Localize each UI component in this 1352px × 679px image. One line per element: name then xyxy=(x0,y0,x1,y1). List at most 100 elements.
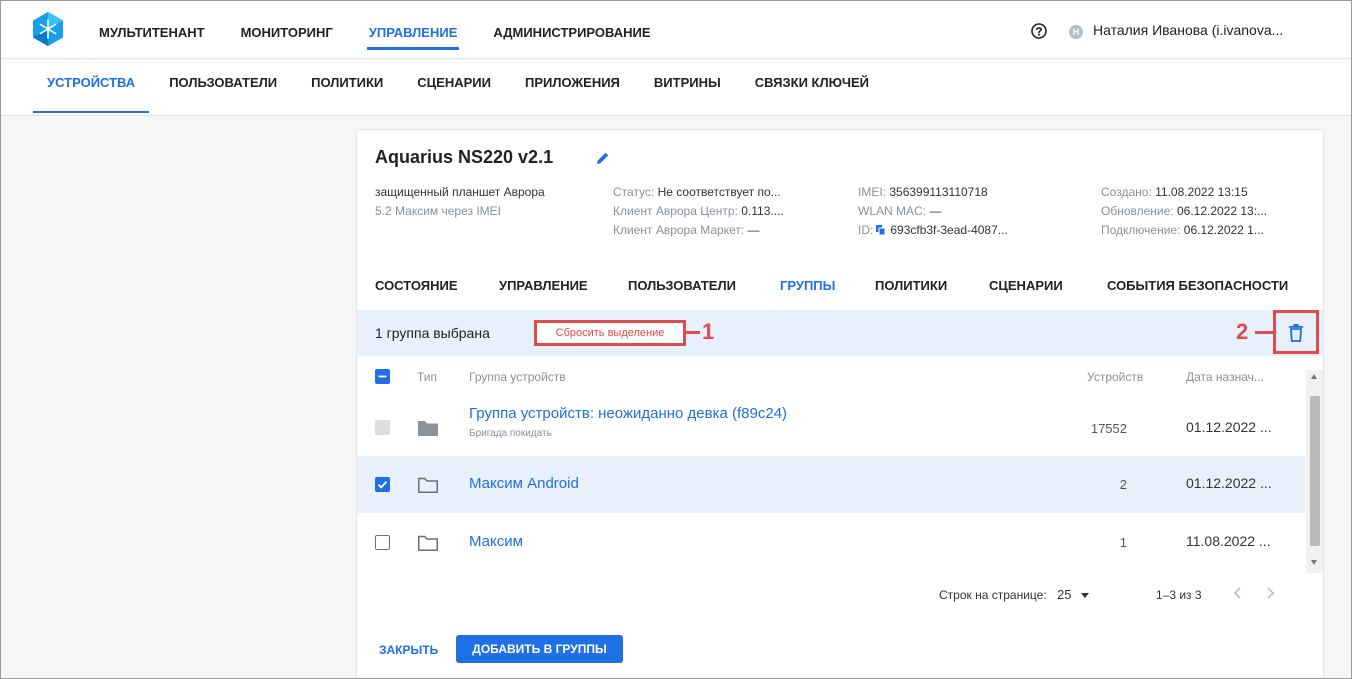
table-row[interactable]: Максим Android 2 01.12.2022 ... xyxy=(357,456,1305,513)
imei-label: IMEI: xyxy=(858,185,887,199)
indeterminate-icon xyxy=(378,375,387,378)
table-pagination: Строк на странице: 25 1–3 из 3 xyxy=(357,573,1323,617)
checkmark-icon xyxy=(377,481,388,489)
subnav-devices[interactable]: УСТРОЙСТВА xyxy=(32,60,150,114)
id-value: 693cfb3f-3ead-4087... xyxy=(890,223,1008,237)
folder-filled-icon xyxy=(418,421,438,436)
folder-icon xyxy=(418,535,438,551)
callout-line-1 xyxy=(686,331,700,334)
nav-monitoring[interactable]: МОНИТОРИНГ xyxy=(241,1,333,59)
tab-management[interactable]: УПРАВЛЕНИЕ xyxy=(499,278,588,293)
client-market-value: — xyxy=(747,223,760,237)
device-ids-info: IMEI: 356399113110718 WLAN MAC: — ID: 693… xyxy=(858,183,1008,240)
selection-bar: 1 группа выбрана Сбросить выделение 1 2 xyxy=(357,310,1323,356)
selection-count: 1 группа выбрана xyxy=(375,325,490,341)
wlan-label: WLAN MAC: xyxy=(858,204,927,218)
folder-icon xyxy=(418,477,438,493)
add-to-groups-button[interactable]: ДОБАВИТЬ В ГРУППЫ xyxy=(456,635,623,663)
group-name-link[interactable]: Максим Android xyxy=(469,475,579,492)
next-page-icon[interactable] xyxy=(1263,586,1277,600)
group-name-link[interactable]: Группа устройств: неожиданно девка (f89c… xyxy=(469,405,787,422)
updated-value: 06.12.2022 13:... xyxy=(1176,204,1268,218)
client-center-value: 0.113.... xyxy=(741,204,784,218)
header-group[interactable]: Группа устройств xyxy=(469,370,566,384)
trash-icon xyxy=(1289,324,1303,342)
nav-administration[interactable]: АДМИНИСТРИРОВАНИЕ xyxy=(493,1,650,59)
created-value: 11.08.2022 13:15 xyxy=(1155,185,1248,199)
section-nav: УСТРОЙСТВА ПОЛЬЗОВАТЕЛИ ПОЛИТИКИ СЦЕНАРИ… xyxy=(1,60,1351,116)
table-scrollbar[interactable] xyxy=(1306,370,1323,573)
updated-label: Обновление: xyxy=(1101,204,1174,218)
connected-value: 06.12.2022 1... xyxy=(1183,223,1264,237)
delete-button[interactable] xyxy=(1273,310,1319,354)
device-dates-info: Создано: 11.08.2022 13:15 Обновление: 06… xyxy=(1101,183,1267,240)
device-description: защищенный планшет Аврора 5.2 Максим чер… xyxy=(375,183,545,221)
row-checkbox[interactable] xyxy=(375,477,390,492)
top-bar: МУЛЬТИТЕНАНТ МОНИТОРИНГ УПРАВЛЕНИЕ АДМИН… xyxy=(1,1,1351,59)
tab-policies[interactable]: ПОЛИТИКИ xyxy=(875,278,947,293)
subnav-users[interactable]: ПОЛЬЗОВАТЕЛИ xyxy=(169,60,277,114)
wlan-value: — xyxy=(929,204,942,218)
device-count: 2 xyxy=(1119,477,1127,492)
tab-state[interactable]: СОСТОЯНИЕ xyxy=(375,278,458,293)
app-logo-icon[interactable] xyxy=(30,11,66,47)
row-checkbox[interactable] xyxy=(375,535,390,550)
header-date[interactable]: Дата назнач... xyxy=(1186,370,1264,384)
device-status-info: Статус: Не соответствует по... Клиент Ав… xyxy=(613,183,784,240)
help-icon[interactable] xyxy=(1031,23,1047,39)
subnav-storefronts[interactable]: ВИТРИНЫ xyxy=(654,60,721,114)
subnav-scenarios[interactable]: СЦЕНАРИИ xyxy=(417,60,491,114)
subnav-applications[interactable]: ПРИЛОЖЕНИЯ xyxy=(525,60,620,114)
subnav-keychains[interactable]: СВЯЗКИ КЛЮЧЕЙ xyxy=(755,60,869,114)
assign-date: 11.08.2022 ... xyxy=(1186,533,1271,549)
device-title: Aquarius NS220 v2.1 xyxy=(375,147,554,167)
main-nav: МУЛЬТИТЕНАНТ МОНИТОРИНГ УПРАВЛЕНИЕ АДМИН… xyxy=(99,1,687,59)
prev-page-icon[interactable] xyxy=(1231,586,1245,600)
row-checkbox xyxy=(375,420,390,435)
status-label: Статус: xyxy=(613,185,655,199)
rows-per-page-label: Строк на странице: xyxy=(939,588,1047,602)
assign-date: 01.12.2022 ... xyxy=(1186,419,1272,435)
edit-icon[interactable] xyxy=(595,150,611,166)
device-card: Aquarius NS220 v2.1 защищенный планшет А… xyxy=(356,129,1324,678)
header-type[interactable]: Тип xyxy=(417,370,437,384)
client-center-label: Клиент Аврора Центр: xyxy=(613,204,738,218)
nav-management[interactable]: УПРАВЛЕНИЕ xyxy=(366,1,459,59)
device-count: 17552 xyxy=(1090,421,1127,436)
page-range: 1–3 из 3 xyxy=(1156,588,1202,602)
callout-marker-1: 1 xyxy=(702,319,715,344)
assign-date: 01.12.2022 ... xyxy=(1186,475,1272,491)
tab-groups[interactable]: ГРУППЫ xyxy=(780,278,835,293)
tab-scenarios[interactable]: СЦЕНАРИИ xyxy=(989,278,1063,293)
app-window: МУЛЬТИТЕНАНТ МОНИТОРИНГ УПРАВЛЕНИЕ АДМИН… xyxy=(0,0,1352,679)
select-all-checkbox[interactable] xyxy=(375,369,390,384)
id-label: ID: xyxy=(858,223,874,237)
nav-multitenant[interactable]: МУЛЬТИТЕНАНТ xyxy=(99,1,205,59)
created-label: Создано: xyxy=(1101,185,1152,199)
table-header: Тип Группа устройств Устройств Дата назн… xyxy=(357,356,1305,396)
header-devices[interactable]: Устройств xyxy=(1087,370,1143,384)
status-value: Не соответствует по... xyxy=(657,185,781,199)
scroll-thumb[interactable] xyxy=(1310,396,1320,546)
avatar[interactable]: Н xyxy=(1069,25,1083,39)
scroll-up-icon[interactable] xyxy=(1311,374,1317,379)
device-desc-line2: 5.2 Максим через IMEI xyxy=(375,204,502,218)
connected-label: Подключение: xyxy=(1101,223,1181,237)
callout-marker-2: 2 xyxy=(1236,319,1249,344)
group-subtitle: Бригада покидать xyxy=(469,428,552,439)
reset-selection-button[interactable]: Сбросить выделение xyxy=(534,320,686,346)
user-name[interactable]: Наталия Иванова (i.ivanova... xyxy=(1093,22,1283,38)
chevron-down-icon[interactable] xyxy=(1081,593,1089,598)
tab-security-events[interactable]: СОБЫТИЯ БЕЗОПАСНОСТИ xyxy=(1107,278,1288,293)
client-market-label: Клиент Аврора Маркет: xyxy=(613,223,745,237)
imei-value: 356399113110718 xyxy=(889,185,988,199)
tab-users[interactable]: ПОЛЬЗОВАТЕЛИ xyxy=(628,278,736,293)
group-name-link[interactable]: Максим xyxy=(469,533,523,550)
scroll-down-icon[interactable] xyxy=(1311,560,1317,565)
rows-per-page-select[interactable]: 25 xyxy=(1057,587,1071,602)
table-row[interactable]: Максим 1 11.08.2022 ... xyxy=(357,513,1305,573)
close-button[interactable]: ЗАКРЫТЬ xyxy=(379,643,438,657)
subnav-policies[interactable]: ПОЛИТИКИ xyxy=(311,60,383,114)
copy-icon[interactable] xyxy=(876,225,886,235)
table-row[interactable]: Группа устройств: неожиданно девка (f89c… xyxy=(357,396,1305,456)
